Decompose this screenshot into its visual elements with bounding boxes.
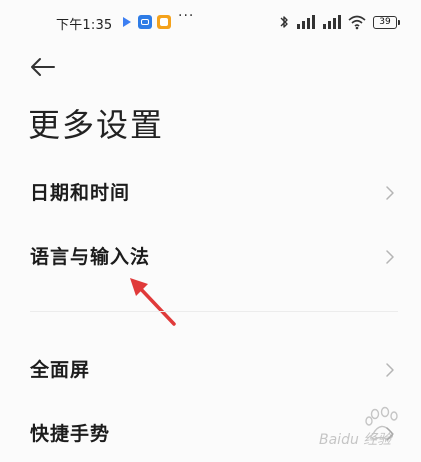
signal-icon bbox=[321, 14, 341, 30]
settings-item-label: 全面屏 bbox=[30, 359, 91, 381]
arrow-left-icon bbox=[31, 58, 55, 76]
status-bar: 下午1:35 ··· 39 bbox=[0, 0, 421, 44]
bluetooth-icon bbox=[279, 14, 289, 30]
play-icon bbox=[120, 15, 134, 29]
settings-item-label: 语言与输入法 bbox=[30, 246, 151, 268]
page-title: 更多设置 bbox=[28, 106, 165, 144]
battery-icon: 39 bbox=[373, 15, 400, 29]
status-indicators: 39 bbox=[279, 12, 400, 32]
wifi-icon bbox=[347, 14, 367, 30]
chevron-right-icon bbox=[385, 185, 395, 201]
chevron-right-icon bbox=[385, 249, 395, 265]
red-arrow-annotation bbox=[124, 274, 180, 330]
chevron-right-icon bbox=[385, 362, 395, 378]
status-time: 下午1:35 bbox=[56, 18, 113, 33]
settings-item-label: 日期和时间 bbox=[30, 182, 131, 204]
watermark-text: Baidu 经验 bbox=[319, 432, 393, 448]
more-notifications-icon: ··· bbox=[178, 8, 195, 24]
settings-item-label: 快捷手势 bbox=[30, 423, 111, 445]
app-icon bbox=[138, 15, 152, 29]
notes-icon bbox=[157, 15, 171, 29]
back-button[interactable] bbox=[28, 55, 58, 79]
settings-item-full-screen[interactable]: 全面屏 bbox=[0, 342, 421, 398]
baidu-paw-logo: Baidu 经验 bbox=[315, 404, 407, 448]
section-divider bbox=[30, 311, 398, 312]
settings-screen: 下午1:35 ··· 39 更多设置 日期和时间 语言与输入法 全面屏 快捷手势… bbox=[0, 0, 421, 462]
settings-item-date-time[interactable]: 日期和时间 bbox=[0, 165, 421, 221]
signal-icon bbox=[295, 14, 315, 30]
settings-item-language-input[interactable]: 语言与输入法 bbox=[0, 229, 421, 285]
